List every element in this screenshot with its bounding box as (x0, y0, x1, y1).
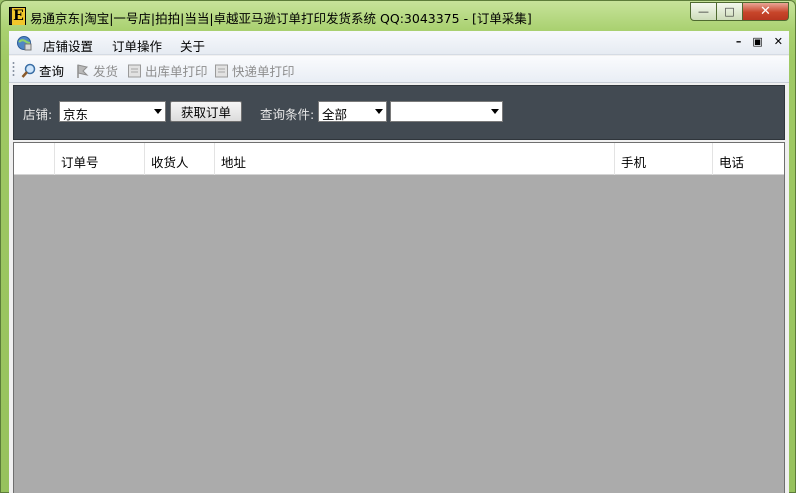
minimize-icon: — (698, 5, 709, 18)
query-condition-select[interactable]: 全部 (318, 101, 387, 122)
flag-icon (77, 63, 89, 78)
maximize-icon: □ (724, 5, 735, 18)
query-button[interactable]: 查询 (21, 61, 64, 80)
mdi-close-button[interactable]: ✕ (774, 35, 783, 48)
query-condition-label: 查询条件: (260, 107, 315, 122)
query-label: 查询 (39, 64, 65, 79)
orders-grid[interactable]: 订单号 收货人 地址 手机 电话 (13, 142, 785, 493)
print-outbound-label: 出库单打印 (145, 64, 208, 79)
column-mobile[interactable]: 手机 (615, 143, 713, 175)
column-label: 电话 (719, 155, 745, 170)
ship-label: 发货 (93, 64, 119, 79)
app-logo-letter: E (12, 8, 25, 25)
minimize-button[interactable]: — (690, 2, 717, 21)
maximize-button[interactable]: □ (717, 2, 743, 21)
column-order-number[interactable]: 订单号 (55, 143, 145, 175)
close-icon: ✕ (760, 4, 771, 19)
mdi-child-icon[interactable] (16, 35, 33, 51)
window-title: 易通京东|淘宝|一号店|拍拍|当当|卓越亚马逊订单打印发货系统 QQ:30433… (30, 11, 532, 26)
mdi-restore-button[interactable]: ▣ (752, 35, 762, 48)
query-condition-value: 全部 (322, 107, 348, 122)
print-icon (215, 64, 228, 77)
shop-select-value: 京东 (63, 107, 89, 122)
shop-select[interactable]: 京东 (59, 101, 166, 122)
mdi-controls: – ▣ ✕ (736, 35, 783, 48)
title-bar[interactable]: E 易通京东|淘宝|一号店|拍拍|当当|卓越亚马逊订单打印发货系统 QQ:304… (1, 1, 795, 31)
menu-about[interactable]: 关于 (180, 36, 205, 55)
column-label: 订单号 (61, 155, 99, 170)
app-window: E 易通京东|淘宝|一号店|拍拍|当当|卓越亚马逊订单打印发货系统 QQ:304… (0, 0, 796, 493)
print-outbound-button[interactable]: 出库单打印 (127, 61, 208, 80)
print-express-label: 快递单打印 (232, 64, 295, 79)
toolbar: 查询 发货 出库单打印 快递单打印 (9, 56, 789, 83)
chevron-down-icon (375, 109, 383, 114)
ship-button[interactable]: 发货 (75, 61, 118, 80)
window-controls: — □ ✕ (690, 2, 789, 22)
print-icon (128, 64, 141, 77)
chevron-down-icon (491, 109, 499, 114)
print-express-button[interactable]: 快递单打印 (214, 61, 295, 80)
column-label: 手机 (621, 155, 647, 170)
toolbar-grip[interactable] (12, 61, 15, 78)
menu-order-operations[interactable]: 订单操作 (112, 36, 162, 55)
menu-bar: 店铺设置 订单操作 关于 – ▣ ✕ (9, 31, 789, 55)
close-button[interactable]: ✕ (743, 2, 789, 21)
fetch-orders-button[interactable]: 获取订单 (170, 101, 242, 122)
magnifier-icon (21, 63, 36, 78)
mdi-minimize-button[interactable]: – (736, 35, 742, 48)
column-label: 收货人 (151, 155, 189, 170)
grid-header: 订单号 收货人 地址 手机 电话 (14, 143, 784, 175)
row-header-column[interactable] (14, 143, 55, 175)
app-logo-icon[interactable]: E (9, 7, 26, 25)
column-phone[interactable]: 电话 (713, 143, 784, 175)
client-area: 店铺设置 订单操作 关于 – ▣ ✕ 查询 发货 出库单打印 快递单打印 店铺:… (9, 31, 789, 493)
chevron-down-icon (154, 109, 162, 114)
column-recipient[interactable]: 收货人 (145, 143, 215, 175)
column-label: 地址 (221, 155, 247, 170)
filter-panel: 店铺: 京东 获取订单 查询条件: 全部 (13, 85, 785, 140)
column-address[interactable]: 地址 (215, 143, 615, 175)
query-extra-select[interactable] (390, 101, 503, 122)
shop-label: 店铺: (23, 107, 53, 122)
menu-shop-settings[interactable]: 店铺设置 (43, 36, 93, 55)
